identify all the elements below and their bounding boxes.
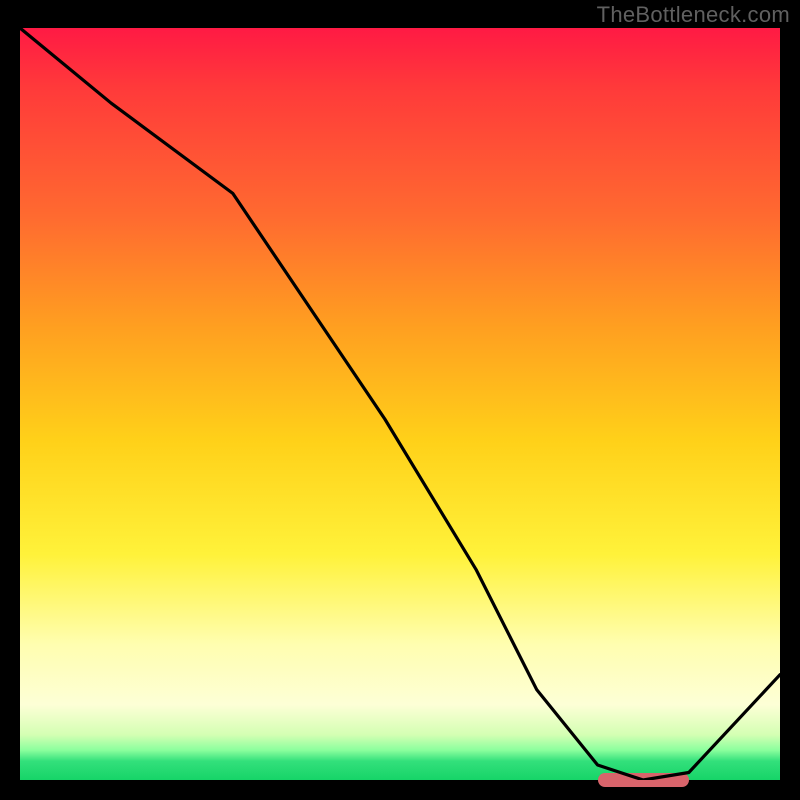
watermark-text: TheBottleneck.com	[597, 2, 790, 28]
chart-frame: TheBottleneck.com	[0, 0, 800, 800]
curve-path	[20, 28, 780, 780]
bottleneck-curve	[20, 28, 780, 780]
